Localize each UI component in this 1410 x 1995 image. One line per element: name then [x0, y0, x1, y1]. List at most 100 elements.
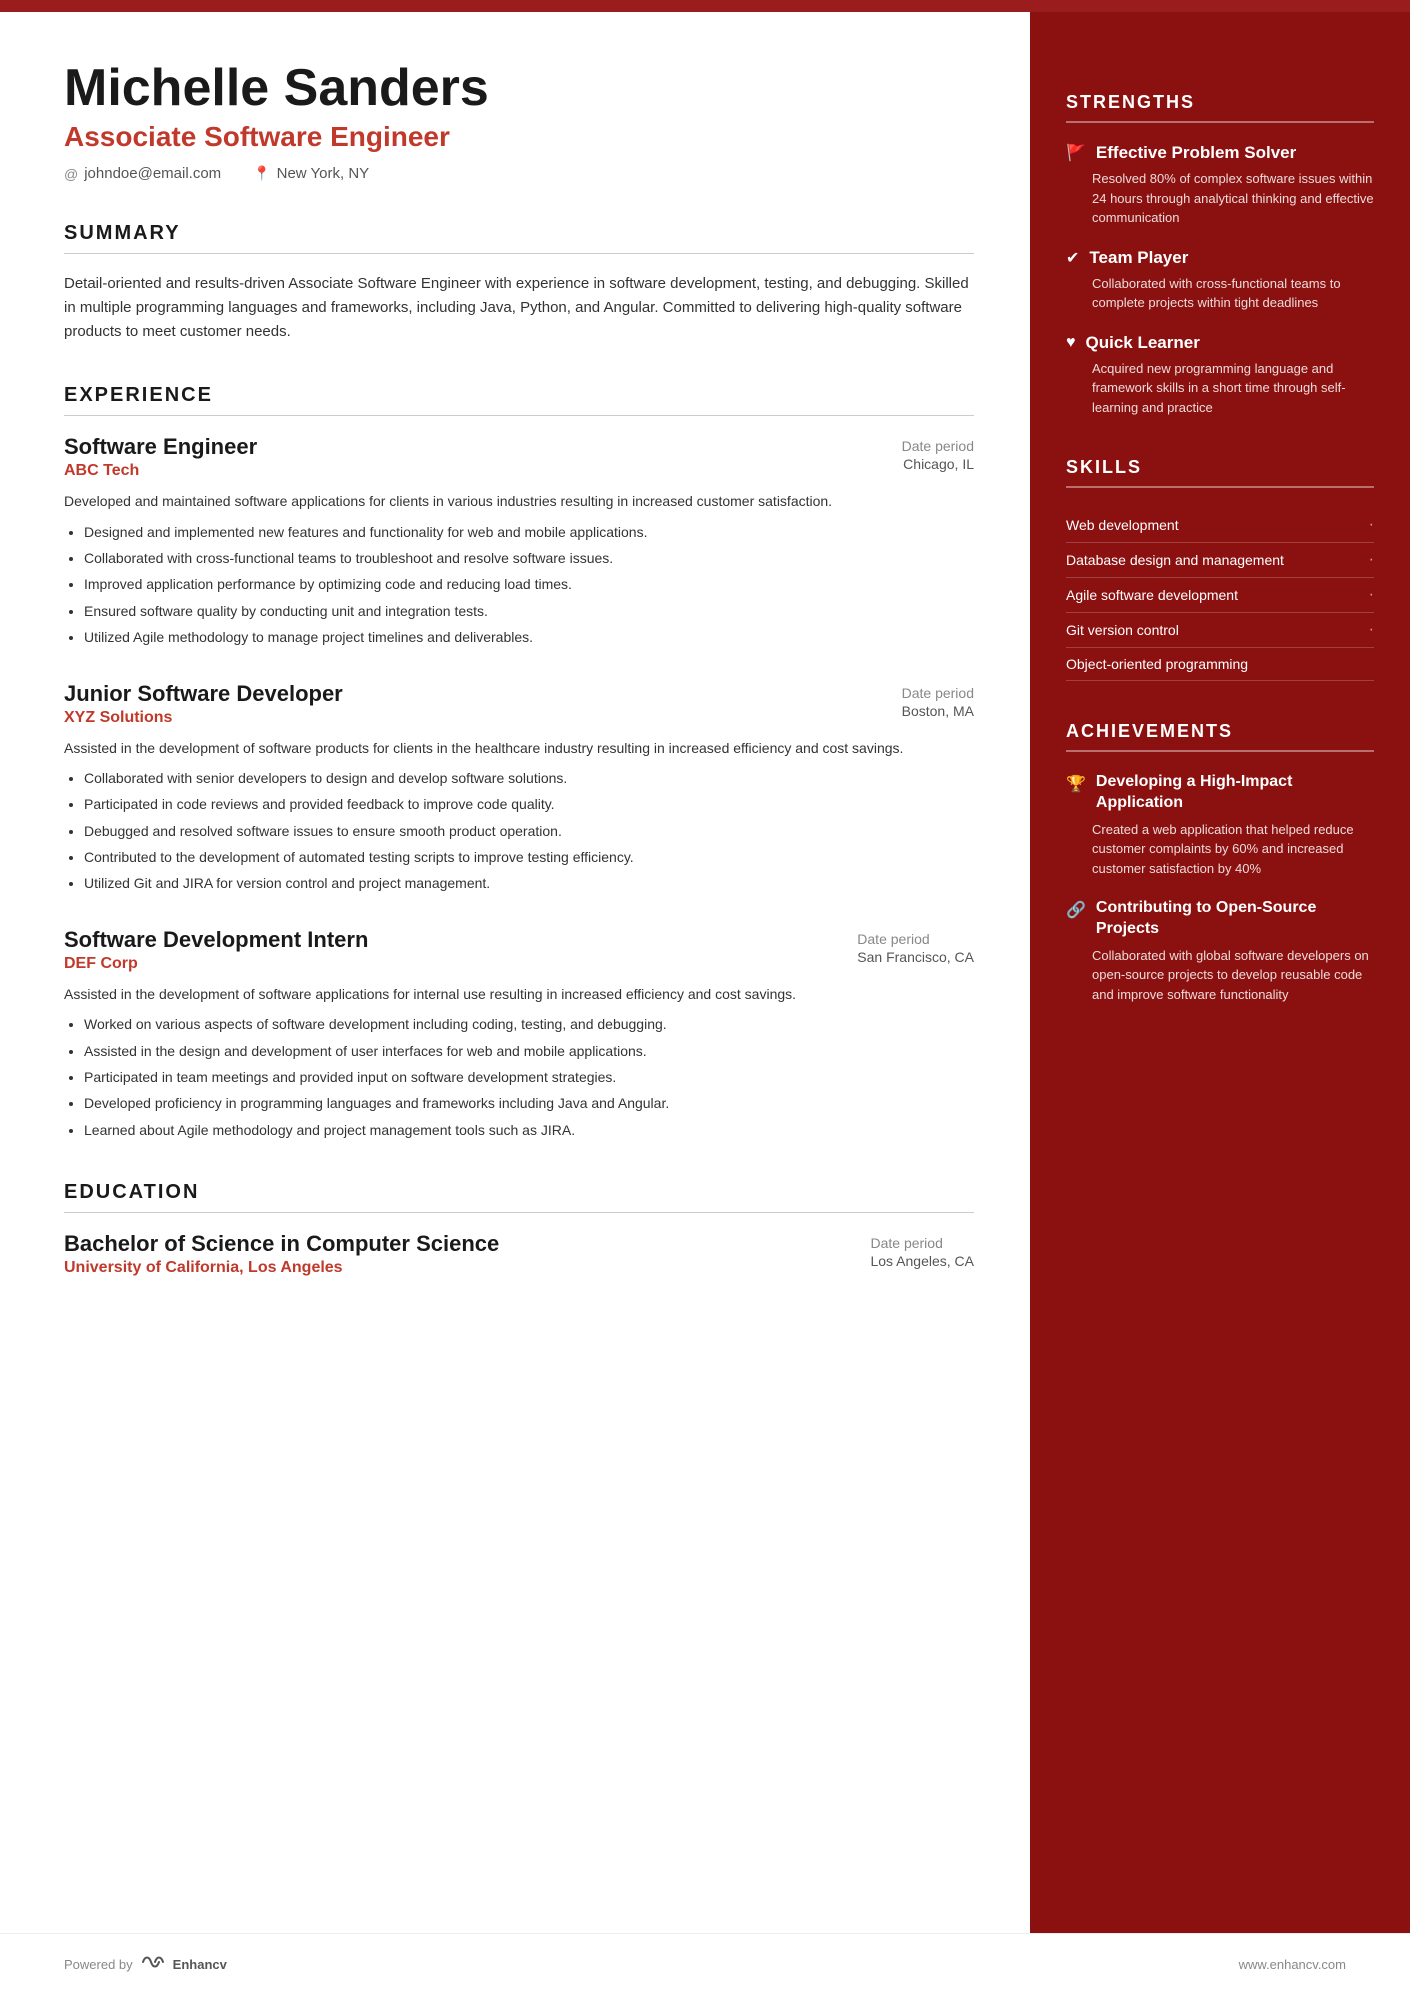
exp-desc-2: Assisted in the development of software … [64, 737, 974, 759]
bullet-1-1: Designed and implemented new features an… [84, 521, 974, 543]
edu-school-1: University of California, Los Angeles [64, 1259, 499, 1277]
exp-date-3: Date period [857, 931, 974, 947]
exp-role-3: Software Development Intern [64, 927, 368, 953]
edu-right-1: Date period Los Angeles, CA [870, 1231, 974, 1269]
checkmark-icon: ✔ [1066, 248, 1079, 268]
exp-location-2: Boston, MA [902, 703, 974, 719]
edu-left-1: Bachelor of Science in Computer Science … [64, 1231, 499, 1277]
achievement-desc-2: Collaborated with global software develo… [1066, 946, 1374, 1005]
experience-section: EXPERIENCE Software Engineer ABC Tech Da… [64, 384, 974, 1141]
exp-left-3: Software Development Intern DEF Corp [64, 927, 368, 973]
skill-name-4: Git version control [1066, 622, 1179, 638]
edu-entry-1: Bachelor of Science in Computer Science … [64, 1231, 974, 1277]
strength-item-3: ♥ Quick Learner Acquired new programming… [1066, 333, 1374, 418]
exp-date-2: Date period [902, 685, 974, 701]
skill-name-5: Object-oriented programming [1066, 656, 1248, 672]
top-accent-bar [0, 0, 1410, 12]
exp-header-3: Software Development Intern DEF Corp Dat… [64, 927, 974, 973]
strength-header-1: 🚩 Effective Problem Solver [1066, 143, 1374, 163]
bullet-3-2: Assisted in the design and development o… [84, 1040, 974, 1062]
enhancv-logo-icon [141, 1954, 165, 1975]
achievements-section: ACHIEVEMENTS 🏆 Developing a High-Impact … [1066, 721, 1374, 1004]
achievement-item-1: 🏆 Developing a High-Impact Application C… [1066, 772, 1374, 878]
footer: Powered by Enhancv www.enhancv.com [0, 1933, 1410, 1995]
experience-heading: EXPERIENCE [64, 384, 974, 407]
exp-entry-3: Software Development Intern DEF Corp Dat… [64, 927, 974, 1141]
bullet-3-3: Participated in team meetings and provid… [84, 1066, 974, 1088]
exp-desc-1: Developed and maintained software applic… [64, 490, 974, 512]
education-section: EDUCATION Bachelor of Science in Compute… [64, 1181, 974, 1277]
strength-item-2: ✔ Team Player Collaborated with cross-fu… [1066, 248, 1374, 313]
skill-name-2: Database design and management [1066, 552, 1284, 568]
achievement-item-2: 🔗 Contributing to Open-Source Projects C… [1066, 898, 1374, 1004]
exp-right-3: Date period San Francisco, CA [857, 927, 974, 965]
exp-company-1: ABC Tech [64, 462, 257, 480]
exp-role-1: Software Engineer [64, 434, 257, 460]
education-heading: EDUCATION [64, 1181, 974, 1204]
strength-desc-1: Resolved 80% of complex software issues … [1066, 169, 1374, 228]
footer-website: www.enhancv.com [1239, 1957, 1346, 1972]
strength-title-1: Effective Problem Solver [1096, 143, 1296, 163]
left-column: Michelle Sanders Associate Software Engi… [0, 12, 1030, 1933]
achievement-desc-1: Created a web application that helped re… [1066, 820, 1374, 879]
location-value: New York, NY [277, 165, 370, 182]
bullet-2-2: Participated in code reviews and provide… [84, 793, 974, 815]
exp-header-2: Junior Software Developer XYZ Solutions … [64, 681, 974, 727]
bullet-1-4: Ensured software quality by conducting u… [84, 600, 974, 622]
skill-item-3: Agile software development · [1066, 578, 1374, 613]
skill-name-3: Agile software development [1066, 587, 1238, 603]
main-content: Michelle Sanders Associate Software Engi… [0, 12, 1410, 1933]
exp-company-2: XYZ Solutions [64, 709, 343, 727]
strength-item-1: 🚩 Effective Problem Solver Resolved 80% … [1066, 143, 1374, 228]
bullet-2-1: Collaborated with senior developers to d… [84, 767, 974, 789]
achievements-divider [1066, 750, 1374, 752]
bullet-3-5: Learned about Agile methodology and proj… [84, 1119, 974, 1141]
bullet-1-3: Improved application performance by opti… [84, 573, 974, 595]
exp-desc-3: Assisted in the development of software … [64, 983, 974, 1005]
skill-item-2: Database design and management · [1066, 543, 1374, 578]
achievement-header-1: 🏆 Developing a High-Impact Application [1066, 772, 1374, 814]
edu-location-1: Los Angeles, CA [870, 1253, 974, 1269]
strength-desc-3: Acquired new programming language and fr… [1066, 359, 1374, 418]
skills-divider [1066, 486, 1374, 488]
summary-section: SUMMARY Detail-oriented and results-driv… [64, 222, 974, 344]
flag-icon: 🚩 [1066, 143, 1086, 163]
location-contact: 📍 New York, NY [253, 165, 369, 182]
contact-info: @ johndoe@email.com 📍 New York, NY [64, 165, 974, 182]
strength-header-2: ✔ Team Player [1066, 248, 1374, 268]
exp-left-1: Software Engineer ABC Tech [64, 434, 257, 480]
skill-dot-1: · [1369, 516, 1374, 534]
bullet-1-5: Utilized Agile methodology to manage pro… [84, 626, 974, 648]
bullet-3-1: Worked on various aspects of software de… [84, 1013, 974, 1035]
powered-by-label: Powered by [64, 1957, 133, 1972]
exp-entry-2: Junior Software Developer XYZ Solutions … [64, 681, 974, 895]
achievements-heading: ACHIEVEMENTS [1066, 721, 1374, 742]
skill-item-4: Git version control · [1066, 613, 1374, 648]
heart-icon: ♥ [1066, 334, 1076, 352]
email-icon: @ [64, 166, 78, 182]
bullet-2-5: Utilized Git and JIRA for version contro… [84, 872, 974, 894]
exp-left-2: Junior Software Developer XYZ Solutions [64, 681, 343, 727]
email-contact: @ johndoe@email.com [64, 165, 221, 182]
exp-location-3: San Francisco, CA [857, 949, 974, 965]
achievement-title-1: Developing a High-Impact Application [1096, 772, 1374, 814]
strengths-divider [1066, 121, 1374, 123]
skills-section: SKILLS Web development · Database design… [1066, 457, 1374, 681]
skill-name-1: Web development [1066, 517, 1179, 533]
exp-right-2: Date period Boston, MA [902, 681, 974, 719]
skill-item-1: Web development · [1066, 508, 1374, 543]
strengths-heading: STRENGTHS [1066, 92, 1374, 113]
skill-dot-4: · [1369, 621, 1374, 639]
strengths-section: STRENGTHS 🚩 Effective Problem Solver Res… [1066, 92, 1374, 417]
full-name: Michelle Sanders [64, 60, 974, 117]
exp-role-2: Junior Software Developer [64, 681, 343, 707]
exp-location-1: Chicago, IL [902, 456, 974, 472]
achievement-title-2: Contributing to Open-Source Projects [1096, 898, 1374, 940]
exp-bullets-1: Designed and implemented new features an… [64, 521, 974, 649]
trophy-icon: 🏆 [1066, 774, 1086, 794]
skill-item-5: Object-oriented programming [1066, 648, 1374, 681]
skill-dot-2: · [1369, 551, 1374, 569]
exp-right-1: Date period Chicago, IL [902, 434, 974, 472]
education-divider [64, 1212, 974, 1213]
edu-degree-1: Bachelor of Science in Computer Science [64, 1231, 499, 1257]
